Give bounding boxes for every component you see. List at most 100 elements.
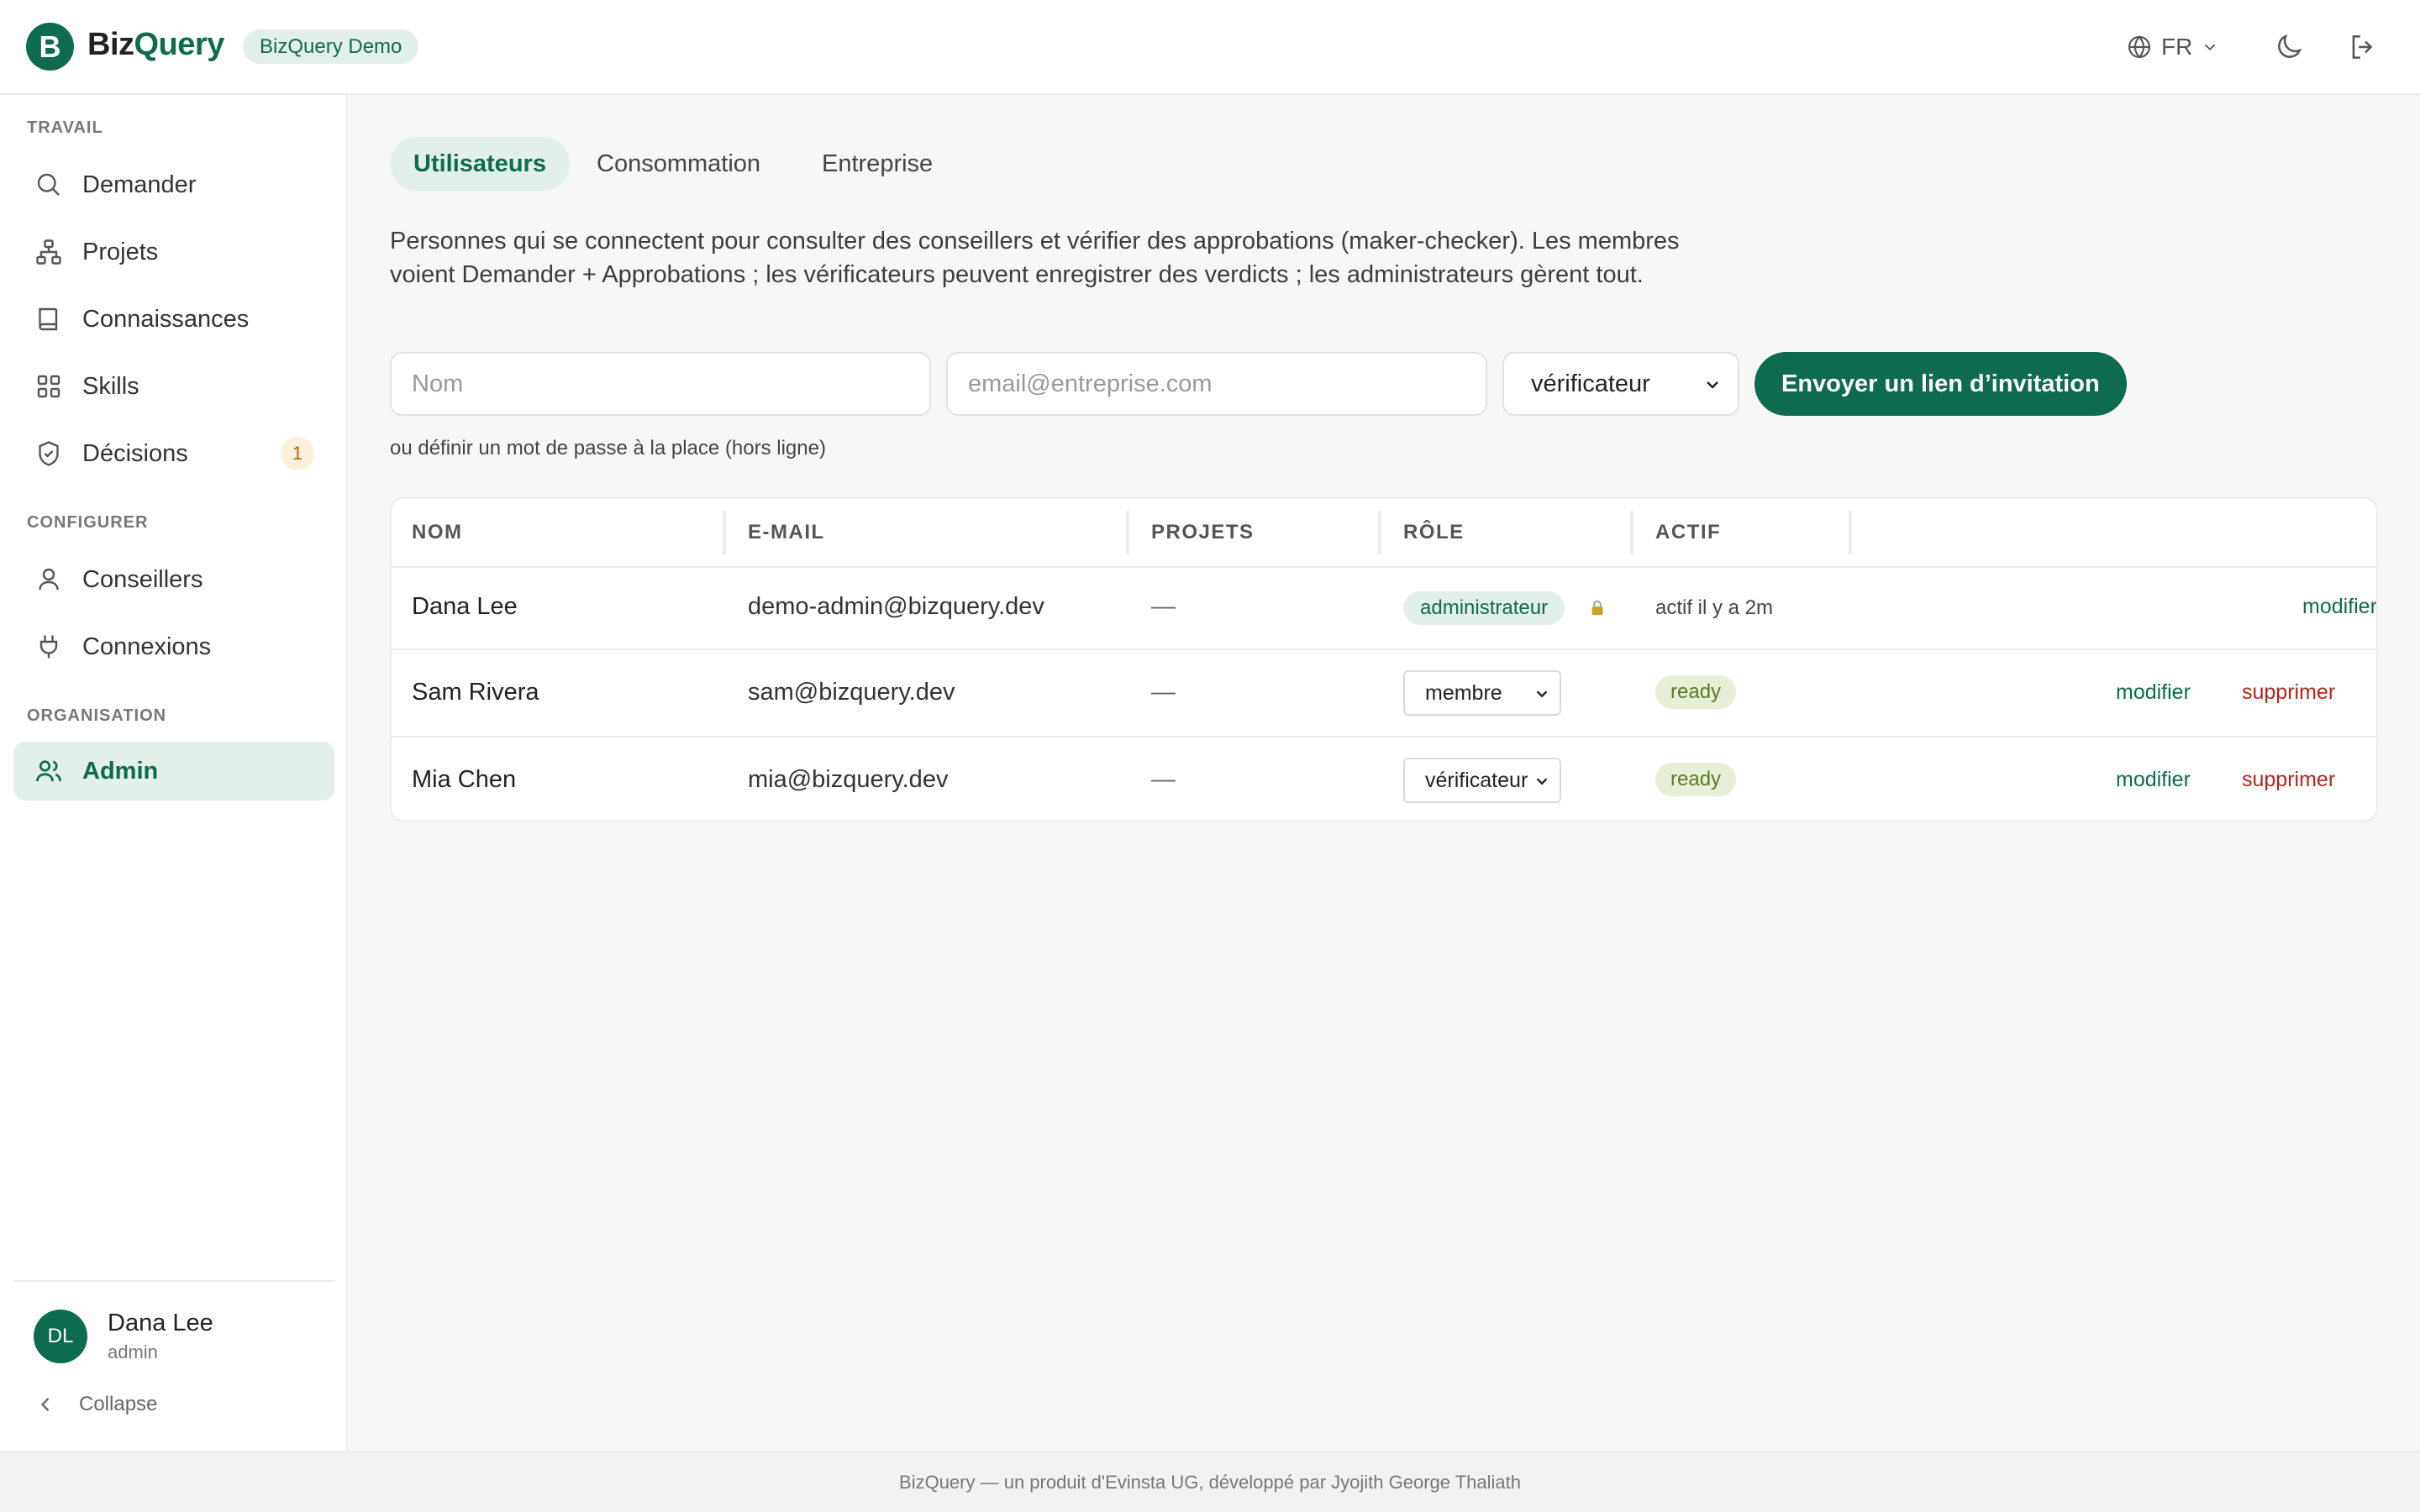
sidebar-item-label: Connaissances [82, 305, 250, 333]
chevron-down-icon [1536, 690, 1548, 698]
users-icon [36, 760, 61, 782]
collapse-sidebar-button[interactable]: Collapse [34, 1393, 157, 1416]
name-input[interactable]: Nom [390, 352, 931, 416]
app-name-part1: Biz [87, 27, 134, 62]
sidebar-item-label: Admin [82, 757, 159, 785]
send-invite-button[interactable]: Envoyer un lien d’invitation [1754, 352, 2127, 416]
sidebar: TRAVAIL Demander Projets Connaissances S… [0, 95, 348, 1451]
chevron-left-icon [40, 1398, 50, 1411]
user-email-cell: mia@bizquery.dev [748, 766, 949, 793]
section-label-travail: TRAVAIL [27, 118, 103, 137]
column-header-role[interactable]: RÔLE [1403, 499, 1465, 566]
user-icon [39, 568, 59, 591]
grid-icon [37, 375, 60, 398]
email-input[interactable]: email@entreprise.com [946, 352, 1487, 416]
sidebar-item-projets[interactable]: Projets [13, 223, 334, 281]
app-logo[interactable]: B [26, 23, 74, 71]
column-header-actif[interactable]: ACTIF [1655, 499, 1721, 566]
shield-check-icon [39, 441, 59, 466]
sidebar-item-conseillers[interactable]: Conseillers [13, 550, 334, 609]
user-email-cell: demo-admin@bizquery.dev [748, 593, 1044, 620]
logout-button[interactable] [2344, 29, 2381, 66]
table-row: Dana Lee demo-admin@bizquery.dev — admin… [392, 568, 2376, 648]
last-active-cell: actif il y a 2m [1655, 596, 1774, 619]
role-select[interactable]: vérificateur [1502, 352, 1739, 416]
column-resizer[interactable] [723, 511, 726, 554]
top-bar: B BizQuery BizQuery Demo FR [0, 0, 2420, 95]
column-header-projets[interactable]: PROJETS [1151, 499, 1255, 566]
column-resizer[interactable] [1126, 511, 1129, 554]
main-content: Utilisateurs Consommation Entreprise Per… [350, 95, 2420, 1451]
book-icon [39, 307, 58, 331]
moon-icon [2278, 34, 2302, 58]
language-code: FR [2161, 34, 2193, 60]
search-icon [37, 173, 60, 196]
section-label-organisation: ORGANISATION [27, 706, 167, 725]
user-role-select-value: membre [1425, 681, 1502, 705]
sidebar-divider [13, 1280, 334, 1282]
status-badge: ready [1655, 675, 1737, 709]
user-name-cell: Sam Rivera [412, 679, 539, 706]
column-header-email[interactable]: E-MAIL [748, 499, 825, 566]
user-name-cell: Dana Lee [412, 593, 518, 620]
avatar[interactable]: DL [34, 1310, 87, 1363]
project-tree-icon [36, 239, 61, 265]
column-resizer[interactable] [1630, 511, 1634, 554]
user-role-select-value: vérificateur [1425, 769, 1528, 792]
plug-icon [39, 635, 58, 659]
user-name-cell: Mia Chen [412, 766, 517, 793]
column-resizer[interactable] [1378, 511, 1381, 554]
chevron-down-icon [1707, 381, 1718, 389]
globe-icon [2128, 35, 2151, 59]
users-table: NOM E-MAIL PROJETS RÔLE ACTIF Dana Lee d… [390, 497, 2378, 822]
sidebar-item-skills[interactable]: Skills [13, 357, 334, 416]
user-projects-cell: — [1151, 766, 1176, 793]
edit-user-link[interactable]: modifier [2116, 680, 2191, 705]
section-label-configurer: CONFIGURER [27, 513, 149, 532]
edit-user-link[interactable]: modifier [2116, 768, 2191, 792]
page-footer: BizQuery — un produit d'Evinsta UG, déve… [0, 1451, 2420, 1512]
lock-icon [1591, 600, 1603, 616]
chevron-down-icon [1536, 778, 1548, 785]
tab-utilisateurs[interactable]: Utilisateurs [390, 137, 570, 191]
language-switcher[interactable]: FR [2126, 29, 2219, 66]
decisions-count-badge: 1 [281, 437, 314, 470]
page-description: Personnes qui se connectent pour consult… [390, 228, 1680, 288]
tab-consommation[interactable]: Consommation [573, 137, 784, 191]
table-row: Mia Chen mia@bizquery.dev — vérificateur… [392, 738, 2376, 820]
sidebar-item-connaissances[interactable]: Connaissances [13, 290, 334, 349]
edit-user-link[interactable]: modifier [2302, 595, 2376, 619]
table-row: Sam Rivera sam@bizquery.dev — membre rea… [392, 650, 2376, 736]
delete-user-link[interactable]: supprimer [2242, 680, 2335, 705]
role-select-value: vérificateur [1531, 370, 1650, 397]
delete-user-link[interactable]: supprimer [2242, 768, 2335, 792]
column-resizer[interactable] [1849, 511, 1852, 554]
sidebar-item-demander[interactable]: Demander [13, 155, 334, 214]
app-name[interactable]: BizQuery [87, 27, 224, 63]
user-projects-cell: — [1151, 593, 1176, 620]
status-badge: ready [1655, 763, 1737, 796]
user-role: admin [108, 1341, 158, 1362]
user-role-select[interactable]: vérificateur [1403, 758, 1561, 803]
user-name: Dana Lee [108, 1310, 213, 1336]
sidebar-item-admin[interactable]: Admin [13, 742, 334, 801]
sidebar-item-label: Décisions [82, 439, 188, 467]
logout-icon [2352, 35, 2373, 59]
sidebar-item-label: Skills [82, 372, 139, 400]
demo-badge: BizQuery Demo [243, 29, 419, 64]
sidebar-item-label: Conseillers [82, 565, 203, 593]
tab-entreprise[interactable]: Entreprise [798, 137, 956, 191]
user-projects-cell: — [1151, 679, 1176, 706]
theme-toggle-button[interactable] [2270, 29, 2307, 66]
sidebar-item-label: Demander [82, 171, 197, 198]
offline-password-link[interactable]: ou définir un mot de passe à la place (h… [390, 437, 826, 460]
app-name-part2: Query [134, 27, 225, 62]
sidebar-item-label: Connexions [82, 633, 212, 660]
column-header-nom[interactable]: NOM [412, 499, 463, 566]
sidebar-item-decisions[interactable]: Décisions 1 [13, 424, 334, 483]
user-email-cell: sam@bizquery.dev [748, 679, 955, 706]
sidebar-item-connexions[interactable]: Connexions [13, 617, 334, 676]
chevron-down-icon [2205, 44, 2216, 51]
collapse-label: Collapse [79, 1393, 158, 1415]
user-role-select[interactable]: membre [1403, 670, 1561, 716]
